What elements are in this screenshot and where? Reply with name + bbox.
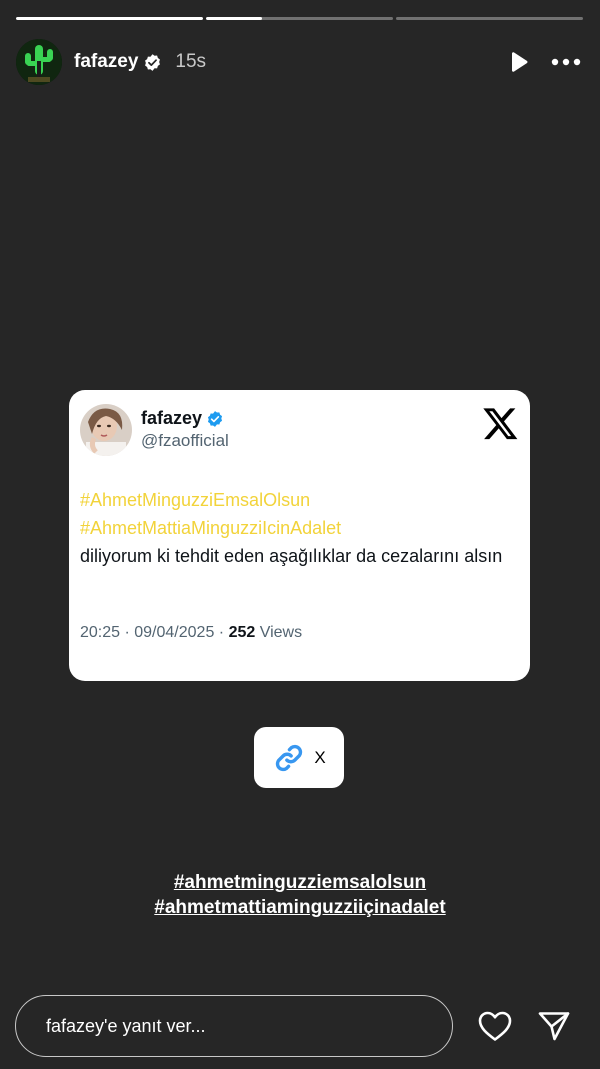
more-dots-icon[interactable] [550, 50, 582, 74]
progress-segment-1 [16, 17, 203, 20]
tweet-time-date: 20:25 · 09/04/2025 · [80, 624, 229, 641]
cactus-neon-avatar-icon [16, 39, 62, 85]
tweet-name-row: fafazey [141, 408, 224, 429]
link-sticker[interactable]: X [254, 727, 344, 788]
progress-segment-2 [206, 17, 393, 20]
send-icon[interactable] [537, 1010, 571, 1042]
link-icon [276, 744, 303, 771]
story-progress-bars [16, 17, 583, 20]
story-time-ago: 15s [175, 51, 207, 72]
tweet-meta: 20:25 · 09/04/2025 · 252 Views [80, 624, 302, 642]
tweet-text: diliyorum ki tehdit eden aşağılıklar da … [80, 546, 503, 566]
x-logo-icon [483, 408, 518, 440]
story-username[interactable]: fafazey [74, 51, 138, 73]
reply-input[interactable]: fafazey'e yanıt ver... [15, 995, 453, 1057]
link-sticker-label: X [314, 747, 326, 767]
tweet-body: #AhmetMinguzziEmsalOlsun #AhmetMattiaMin… [80, 486, 520, 570]
tweet-views-label: Views [255, 624, 303, 641]
tweet-hashtag-1[interactable]: #AhmetMinguzziEmsalOlsun [80, 486, 520, 514]
reply-placeholder: fafazey'e yanıt ver... [46, 1015, 206, 1036]
tweet-avatar [80, 404, 132, 456]
play-icon[interactable] [506, 50, 530, 74]
progress-fill-1 [16, 17, 203, 20]
tweet-author-handle: @fzaofficial [141, 431, 229, 450]
story-hashtag-1[interactable]: #ahmetminguzziemsalolsun [0, 870, 600, 895]
tweet-views-count: 252 [228, 624, 256, 641]
verified-badge-icon [145, 53, 161, 71]
story-hashtags: #ahmetminguzziemsalolsun #ahmetmattiamin… [0, 870, 600, 920]
blue-verified-badge-icon [207, 410, 223, 427]
avatar[interactable] [16, 39, 62, 85]
tweet-hashtag-2[interactable]: #AhmetMattiaMinguzziIcinAdalet [80, 514, 520, 542]
woman-portrait-avatar-icon [80, 404, 132, 456]
tweet-card[interactable]: fafazey @fzaofficial #AhmetMinguzziEmsal… [69, 390, 530, 681]
heart-icon[interactable] [477, 1010, 513, 1042]
progress-fill-2 [206, 17, 263, 20]
story-header: fafazey 15s [16, 38, 584, 86]
tweet-author-name: fafazey [141, 408, 203, 428]
progress-segment-3 [396, 17, 583, 20]
story-hashtag-2[interactable]: #ahmetmattiaminguzziiçinadalet [0, 895, 600, 920]
